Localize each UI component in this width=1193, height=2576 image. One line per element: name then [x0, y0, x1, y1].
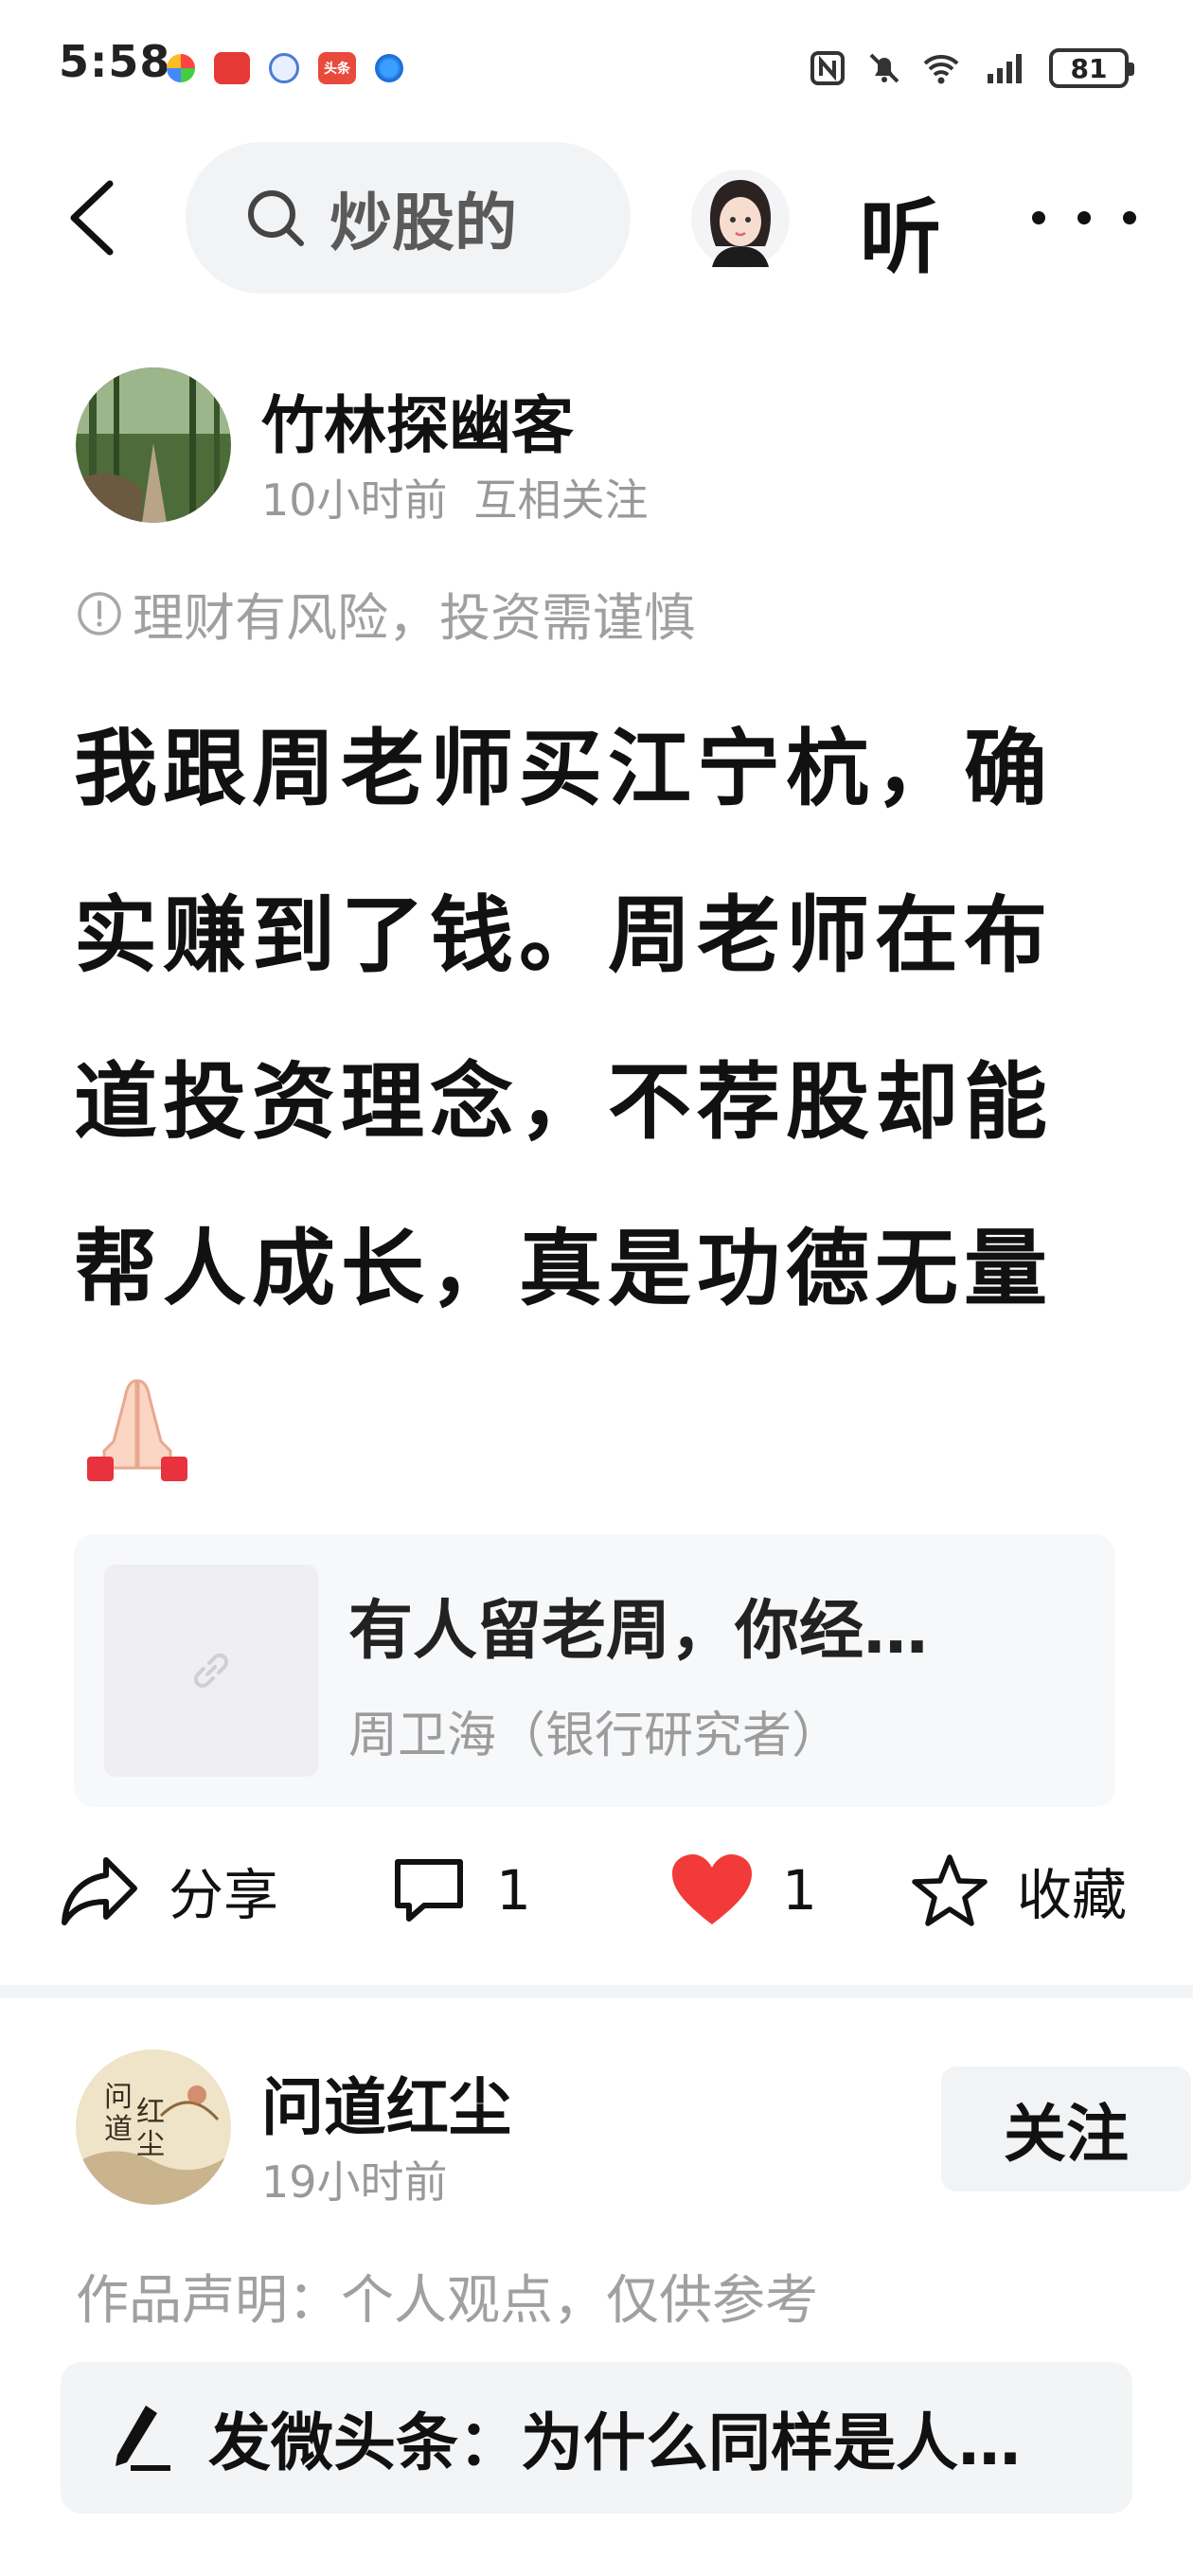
search-icon [248, 190, 304, 246]
star-icon [912, 1854, 988, 1926]
link-card[interactable]: 有人留老周，你经… 周卫海（银行研究者） [74, 1534, 1115, 1807]
link-source: 周卫海（银行研究者） [348, 1708, 842, 1764]
listen-button[interactable]: 听 [860, 170, 941, 289]
link-icon [193, 1653, 229, 1689]
status-app-icons: 头条 [167, 47, 403, 89]
status-time: 5:58 [59, 36, 171, 87]
svg-text:问: 问 [104, 2081, 133, 2114]
author-avatar[interactable] [76, 367, 231, 523]
more-options-icon[interactable] [1032, 189, 1136, 246]
mute-bell-icon [869, 53, 899, 83]
app-icon-blue-circle [269, 53, 299, 83]
post-time: 19小时前 [261, 2156, 448, 2208]
post-time: 10小时前 [261, 474, 448, 526]
praying-hands-emoji-icon [87, 1379, 187, 1481]
back-icon[interactable] [61, 178, 127, 258]
post-body-text: 我跟周老师买江宁杭，确实赚到了钱。周老师在布道投资理念，不荐股却能帮人成长，真是… [74, 720, 1054, 1317]
author-name[interactable]: 问道红尘 [261, 2057, 511, 2148]
work-statement: 作品声明：个人观点，仅供参考 [76, 2270, 818, 2332]
pen-icon [116, 2406, 170, 2471]
comment-count: 1 [496, 1858, 531, 1923]
author-meta: 10小时前 互相关注 [261, 466, 675, 528]
top-nav-bar: 炒股的 听 [0, 142, 1193, 294]
wifi-icon [923, 54, 959, 84]
post-action-bar: 分享 1 1 收藏 [0, 1834, 1193, 1947]
author-avatar[interactable]: 问 道 红 尘 [76, 2049, 231, 2205]
favorite-button[interactable]: 收藏 [911, 1834, 1127, 1947]
risk-warning-text: 理财有风险，投资需谨慎 [133, 588, 695, 648]
share-icon [62, 1857, 137, 1925]
status-bar: 5:58 头条 81 [0, 0, 1193, 142]
app-icon-red-tv [214, 52, 250, 84]
nfc-icon [810, 51, 845, 85]
share-label: 分享 [169, 1863, 279, 1927]
weitoutiao-card[interactable]: 发微头条：为什么同样是人… [61, 2362, 1132, 2513]
signal-icon [988, 54, 1022, 83]
svg-text:尘: 尘 [136, 2128, 165, 2161]
search-box[interactable]: 炒股的 [186, 142, 631, 294]
share-button[interactable]: 分享 [61, 1834, 278, 1947]
favorite-label: 收藏 [1017, 1863, 1128, 1927]
battery-indicator: 81 [1049, 48, 1134, 88]
post-divider [0, 1985, 1193, 1998]
author-name[interactable]: 竹林探幽客 [261, 375, 574, 466]
post-body[interactable]: 我跟周老师买江宁杭，确实赚到了钱。周老师在布道投资理念，不荐股却能帮人成长，真是… [74, 686, 1134, 1519]
like-button[interactable]: 1 [670, 1834, 817, 1947]
link-thumbnail [104, 1565, 318, 1777]
ai-assistant-avatar-icon[interactable] [689, 163, 792, 275]
link-title: 有人留老周，你经… [348, 1594, 929, 1669]
post-header: 竹林探幽客 10小时前 互相关注 [76, 367, 1117, 528]
app-icon-browser [375, 54, 403, 82]
follow-relation: 互相关注 [473, 474, 649, 526]
app-icon-colorful [167, 54, 195, 82]
risk-warning: 理财有风险，投资需谨慎 [76, 576, 695, 651]
search-query-text: 炒股的 [329, 187, 517, 259]
follow-button[interactable]: 关注 [941, 2066, 1191, 2191]
post2-header: 问 道 红 尘 问道红尘 19小时前 关注 [76, 2049, 1191, 2210]
svg-text:道: 道 [104, 2113, 133, 2146]
status-right-icons: 81 [809, 42, 1134, 95]
svg-text:红: 红 [136, 2096, 165, 2129]
heart-filled-icon [672, 1854, 752, 1924]
like-count: 1 [782, 1858, 817, 1923]
comment-icon [395, 1859, 463, 1922]
info-icon [78, 591, 121, 635]
weitoutiao-text: 发微头条：为什么同样是人… [208, 2406, 1021, 2479]
app-icon-toutiao: 头条 [318, 52, 356, 84]
comment-button[interactable]: 1 [390, 1834, 531, 1947]
